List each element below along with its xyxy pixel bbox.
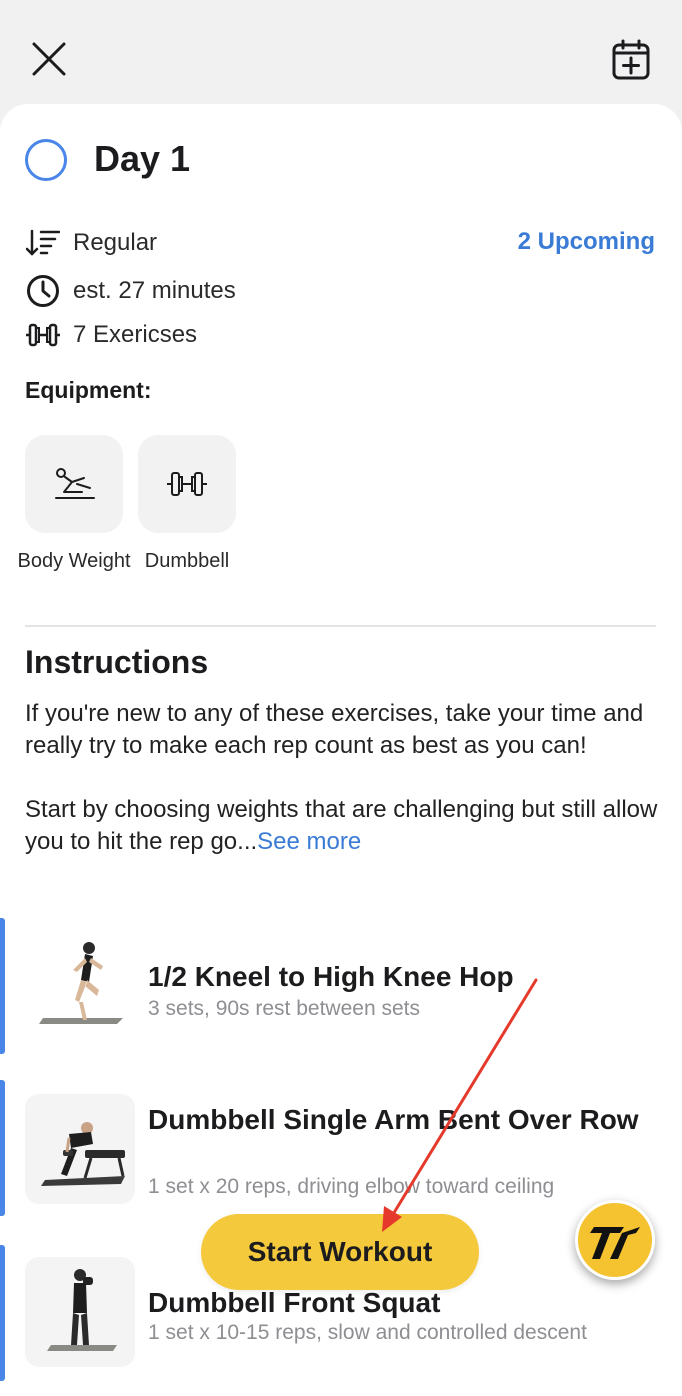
app-logo-icon xyxy=(590,1227,640,1259)
exercise-name: 1/2 Kneel to High Knee Hop xyxy=(148,961,514,992)
workout-type-label: Regular xyxy=(73,229,158,256)
section-divider xyxy=(25,625,656,627)
exercise-thumbnail xyxy=(25,930,135,1040)
start-workout-button[interactable]: Start Workout xyxy=(201,1214,479,1290)
superset-indicator xyxy=(0,1245,5,1381)
equipment-heading: Equipment: xyxy=(25,377,152,403)
exercise-list-item[interactable]: 1/2 Kneel to High Knee Hop 3 sets, 90s r… xyxy=(0,918,682,1054)
equipment-label-dumbbell: Dumbbell xyxy=(144,550,230,572)
exercise-detail: 1 set x 10-15 reps, slow and controlled … xyxy=(148,1321,587,1344)
exercise-name: Dumbbell Single Arm Bent Over Row xyxy=(148,1104,639,1135)
body-weight-icon xyxy=(55,468,95,499)
exercise-count-label: 7 Exericses xyxy=(73,321,198,348)
close-button[interactable] xyxy=(28,38,70,80)
see-more-link[interactable]: See more xyxy=(257,828,361,855)
exercise-name: Dumbbell Front Squat xyxy=(148,1287,441,1318)
instructions-paragraph-1: If you're new to any of these exercises,… xyxy=(25,700,644,759)
duration-row: est. 27 minutes xyxy=(25,274,236,308)
upcoming-link[interactable]: 2 Upcoming xyxy=(518,228,655,256)
dumbbell-icon xyxy=(25,318,61,352)
exercise-detail: 1 set x 20 reps, driving elbow toward ce… xyxy=(148,1175,555,1198)
completion-checkbox[interactable] xyxy=(25,139,67,181)
superset-indicator xyxy=(0,918,5,1054)
clock-icon xyxy=(25,274,61,308)
superset-indicator xyxy=(0,1080,5,1216)
top-bar xyxy=(0,0,682,104)
dumbbell-icon xyxy=(167,472,207,496)
equipment-tile-dumbbell xyxy=(138,435,236,533)
exercise-detail: 3 sets, 90s rest between sets xyxy=(148,997,420,1020)
exercise-count-row: 7 Exericses xyxy=(25,318,197,352)
duration-label: est. 27 minutes xyxy=(73,277,236,304)
instructions-heading: Instructions xyxy=(25,644,209,680)
instructions-body: If you're new to any of these exercises,… xyxy=(25,698,665,890)
workout-title: Day 1 xyxy=(94,138,191,179)
workout-type-row: Regular xyxy=(25,226,157,260)
sort-icon xyxy=(25,226,61,260)
exercise-list-item[interactable]: Dumbbell Single Arm Bent Over Row 1 set … xyxy=(0,1080,682,1216)
calendar-add-icon xyxy=(612,39,650,80)
equipment-label-body-weight: Body Weight xyxy=(17,550,131,572)
equipment-tile-body-weight xyxy=(25,435,123,533)
exercise-thumbnail xyxy=(25,1094,135,1204)
app-logo-badge[interactable] xyxy=(575,1200,655,1280)
add-to-calendar-button[interactable] xyxy=(609,38,653,82)
close-icon xyxy=(32,42,66,76)
exercise-thumbnail xyxy=(25,1257,135,1367)
